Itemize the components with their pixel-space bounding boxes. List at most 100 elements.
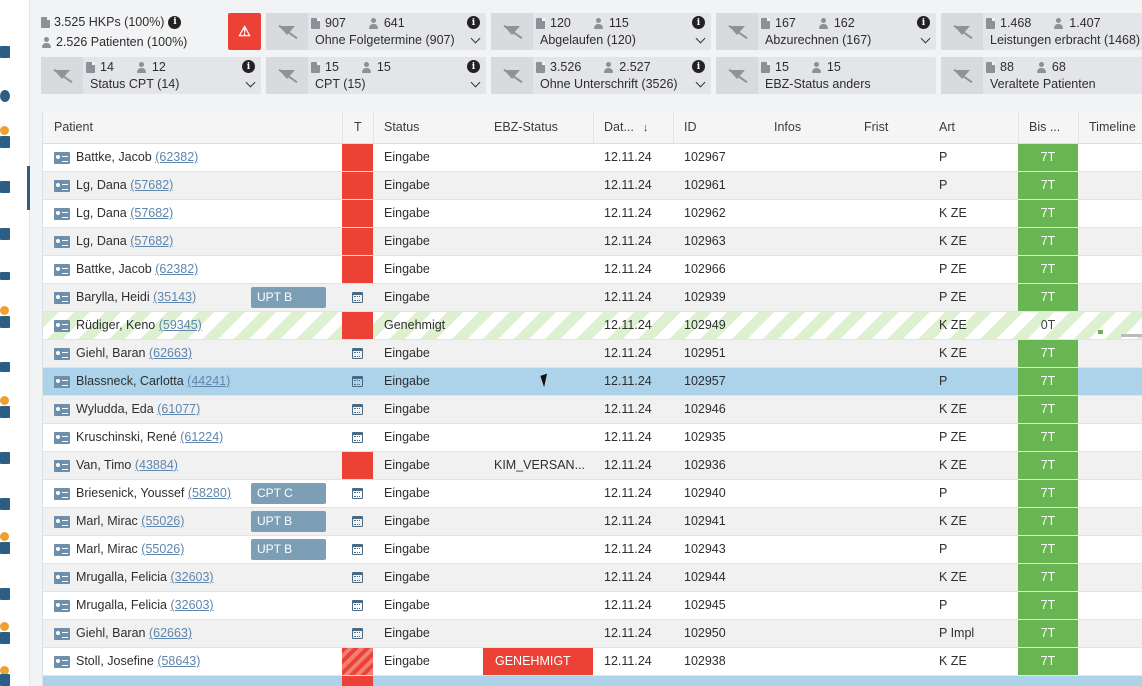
column-header-art[interactable]: Art (939, 112, 955, 144)
user-check-nav-icon[interactable] (0, 632, 10, 644)
table-row[interactable]: Briesenick, Youssef (58280) CPT C Eingabe 1… (43, 480, 1142, 508)
patient-name[interactable]: Mrugalla, Felicia (76, 598, 167, 612)
patient-id-link[interactable]: (59345) (159, 318, 202, 332)
filter-toggle-button[interactable] (266, 57, 308, 94)
calendar-icon[interactable] (352, 628, 363, 639)
list-nav-icon[interactable] (0, 272, 10, 280)
patient-name[interactable]: Blassneck, Carlotta (76, 374, 184, 388)
table-row[interactable]: Marl, Mirac (55026) UPT B Eingabe 12.11.24 1… (43, 508, 1142, 536)
treatment-tag[interactable]: UPT B (251, 539, 326, 560)
filter-toggle-button[interactable] (716, 13, 758, 50)
menu-nav-icon[interactable] (0, 362, 10, 372)
calendar-icon[interactable] (352, 488, 363, 499)
table-row[interactable]: Lg, Dana (57682) Eingabe 12.11.24 102962 K Z… (43, 200, 1142, 228)
table-row[interactable]: Marl, Mirac (55026) UPT B Eingabe 12.11.24 1… (43, 536, 1142, 564)
info-icon[interactable]: i (692, 60, 705, 73)
table-row[interactable]: Wyludda, Eda (61077) Eingabe 12.11.24 10294… (43, 396, 1142, 424)
patient-card-icon[interactable] (54, 208, 70, 220)
info-icon[interactable]: i (467, 60, 480, 73)
table-row[interactable]: Rüdiger, Keno (59345) Genehmigt 12.11.24 10… (43, 312, 1142, 340)
info-icon[interactable]: i (917, 16, 930, 29)
filter-card[interactable]: 14 12 i Status CPT (14) (41, 57, 261, 94)
table-row[interactable]: Blassneck, Carlotta (44241) Eingabe 12.11.… (43, 368, 1142, 396)
patient-card-icon[interactable] (54, 628, 70, 640)
table-row[interactable]: Barylla, Heidi (35143) UPT B Eingabe 12.11.… (43, 284, 1142, 312)
patient-card-icon[interactable] (54, 460, 70, 472)
patient-id-link[interactable]: (32603) (171, 598, 214, 612)
filter-toggle-button[interactable] (41, 57, 83, 94)
column-header-patient[interactable]: Patient (54, 112, 93, 144)
table-row[interactable]: Stoll, Josefine (58643) Eingabe GENEHMIGT 1… (43, 648, 1142, 676)
search-nav-icon[interactable] (0, 542, 10, 554)
patient-card-icon[interactable] (54, 600, 70, 612)
table-row[interactable]: Kruschinski, René (61224) Eingabe 12.11.24… (43, 424, 1142, 452)
patient-name[interactable]: Lg, Dana (76, 206, 127, 220)
column-header-id[interactable]: ID (684, 112, 697, 144)
calendar-icon[interactable] (352, 292, 363, 303)
calendar-icon[interactable] (352, 376, 363, 387)
table-row[interactable]: Van, Timo (43884) Eingabe KIM_VERSAN... 12.… (43, 452, 1142, 480)
info-icon[interactable]: i (467, 16, 480, 29)
patient-id-link[interactable]: (43884) (135, 458, 178, 472)
chevron-down-icon[interactable] (695, 77, 706, 88)
filter-card[interactable]: 907 641 i Ohne Folgetermine (907) (266, 13, 486, 50)
chevron-down-icon[interactable] (470, 77, 481, 88)
patient-name[interactable]: Rüdiger, Keno (76, 318, 155, 332)
calendar-icon[interactable] (352, 544, 363, 555)
warning-button[interactable]: ⚠ (228, 13, 261, 50)
patient-card-icon[interactable] (54, 432, 70, 444)
patient-id-link[interactable]: (55026) (141, 542, 184, 556)
patient-name[interactable]: Marl, Mirac (76, 542, 138, 556)
patient-id-link[interactable]: (32603) (171, 570, 214, 584)
patient-id-link[interactable]: (62663) (149, 346, 192, 360)
patient-name[interactable]: Giehl, Baran (76, 346, 145, 360)
info-icon[interactable]: i (168, 15, 182, 29)
patient-id-link[interactable]: (57682) (130, 178, 173, 192)
chevron-down-icon[interactable] (920, 33, 931, 44)
column-header-ebz-status[interactable]: EBZ-Status (494, 112, 558, 144)
patient-name[interactable]: Wyludda, Eda (76, 402, 154, 416)
chart-nav-icon[interactable] (0, 90, 10, 102)
info-icon[interactable]: i (692, 16, 705, 29)
patient-card-icon[interactable] (54, 348, 70, 360)
patient-name[interactable]: Van, Timo (76, 458, 131, 472)
checklist-nav-icon[interactable] (0, 316, 10, 328)
patient-id-link[interactable]: (57682) (130, 206, 173, 220)
table-row[interactable]: Lg, Dana (57682) Eingabe 12.11.24 102963 K Z… (43, 228, 1142, 256)
filter-card[interactable]: 167 162 i Abzurechnen (167) (716, 13, 936, 50)
document-nav-icon[interactable] (0, 181, 10, 193)
calendar-icon[interactable] (352, 516, 363, 527)
patient-card-icon[interactable] (54, 516, 70, 528)
patient-id-link[interactable]: (35143) (153, 290, 196, 304)
patient-name[interactable]: Briesenick, Youssef (76, 486, 184, 500)
patient-id-link[interactable]: (58280) (188, 486, 231, 500)
calendar-icon[interactable] (352, 600, 363, 611)
patient-name[interactable]: Battke, Jacob (76, 150, 152, 164)
table-row[interactable]: Mrugalla, Felicia (32603) Eingabe 12.11.24… (43, 592, 1142, 620)
calendar-icon[interactable] (352, 432, 363, 443)
patient-card-icon[interactable] (54, 292, 70, 304)
patient-card-icon[interactable] (54, 236, 70, 248)
patient-card-icon[interactable] (54, 544, 70, 556)
table-row[interactable]: Mrugalla, Felicia (32603) Eingabe 12.11.24… (43, 564, 1142, 592)
column-header-t[interactable]: T (354, 112, 362, 144)
patient-name[interactable]: Stoll, Josefine (76, 654, 154, 668)
patient-card-icon[interactable] (54, 488, 70, 500)
table-row[interactable]: Lg, Dana (57682) Eingabe 12.11.24 102961 P 7T (43, 172, 1142, 200)
patient-id-link[interactable]: (44241) (187, 374, 230, 388)
person-nav-icon[interactable] (0, 452, 10, 464)
calendar-icon[interactable] (352, 572, 363, 583)
filter-toggle-button[interactable] (491, 57, 533, 94)
tool-nav-icon[interactable] (0, 406, 10, 418)
calendar-nav-icon[interactable] (0, 46, 10, 58)
patient-card-icon[interactable] (54, 152, 70, 164)
settings-nav-icon[interactable] (0, 674, 10, 686)
patient-name[interactable]: Mrugalla, Felicia (76, 570, 167, 584)
table-row[interactable]: Giehl, Baran (62663) Eingabe 12.11.24 10295… (43, 620, 1142, 648)
filter-toggle-button[interactable] (266, 13, 308, 50)
patient-card-icon[interactable] (54, 376, 70, 388)
filter-card[interactable]: 15 15 i CPT (15) (266, 57, 486, 94)
treatment-tag[interactable]: UPT B (251, 511, 326, 532)
file-nav-icon[interactable] (0, 498, 10, 510)
patient-card-icon[interactable] (54, 656, 70, 668)
